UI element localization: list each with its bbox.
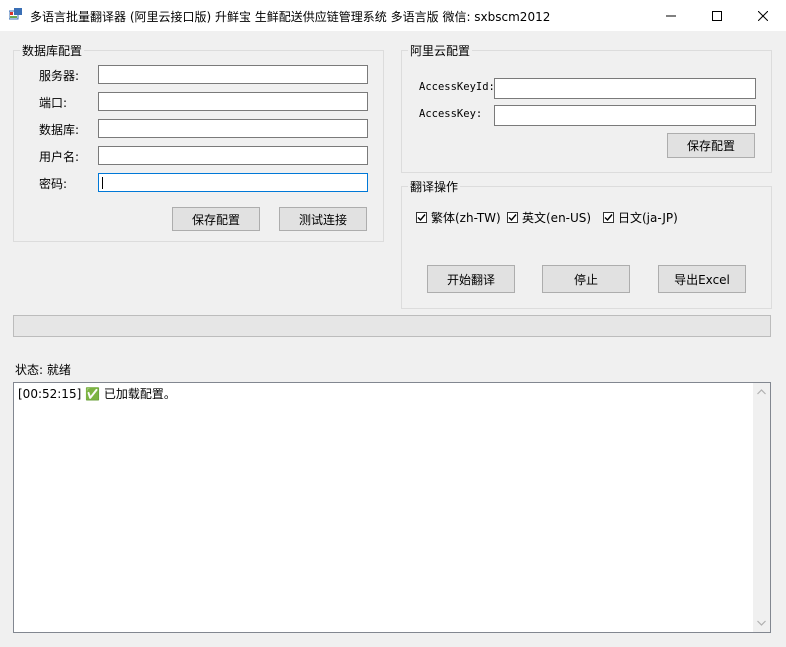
check-icon	[604, 214, 613, 222]
database-input[interactable]	[98, 119, 368, 138]
minimize-button[interactable]	[648, 0, 694, 31]
maximize-button[interactable]	[694, 0, 740, 31]
password-label: 密码:	[39, 177, 68, 191]
title-bar: 多语言批量翻译器 (阿里云接口版) 升鲜宝 生鲜配送供应链管理系统 多语言版 微…	[0, 0, 786, 31]
aliyun-save-button[interactable]: 保存配置	[667, 133, 755, 158]
stop-button[interactable]: 停止	[542, 265, 630, 293]
check-icon	[508, 214, 517, 222]
password-input[interactable]	[98, 173, 368, 192]
access-key-id-input[interactable]	[494, 78, 756, 99]
checkbox-ja-jp[interactable]: 日文(ja-JP)	[603, 209, 678, 226]
checkbox-box[interactable]	[416, 212, 427, 223]
start-translate-button[interactable]: 开始翻译	[427, 265, 515, 293]
app-icon	[8, 8, 23, 22]
access-key-input[interactable]	[494, 105, 756, 126]
checkbox-box[interactable]	[603, 212, 614, 223]
progress-bar	[13, 315, 771, 337]
log-textbox[interactable]: [00:52:15] ✅ 已加载配置。	[13, 382, 771, 633]
close-button[interactable]	[740, 0, 786, 31]
scroll-down-icon[interactable]	[753, 616, 770, 630]
access-key-id-label: AccessKeyId:	[419, 81, 495, 93]
checkbox-zh-tw-label: 繁体(zh-TW)	[431, 211, 501, 225]
port-label: 端口:	[39, 96, 68, 110]
server-input[interactable]	[98, 65, 368, 84]
database-config-title: 数据库配置	[20, 42, 85, 59]
aliyun-config-title: 阿里云配置	[408, 42, 473, 59]
window-title: 多语言批量翻译器 (阿里云接口版) 升鲜宝 生鲜配送供应链管理系统 多语言版 微…	[30, 10, 551, 24]
access-key-label: AccessKey:	[419, 108, 483, 120]
checkbox-en-us-label: 英文(en-US)	[522, 211, 592, 225]
scroll-up-icon[interactable]	[753, 385, 770, 399]
database-label: 数据库:	[39, 123, 80, 137]
translate-ops-title: 翻译操作	[408, 178, 461, 195]
close-icon	[758, 10, 768, 21]
checkbox-zh-tw[interactable]: 繁体(zh-TW)	[416, 209, 501, 226]
text-caret	[102, 177, 103, 189]
export-excel-button[interactable]: 导出Excel	[658, 265, 746, 293]
maximize-icon	[712, 10, 722, 21]
port-input[interactable]	[98, 92, 368, 111]
check-icon	[417, 214, 426, 222]
username-input[interactable]	[98, 146, 368, 165]
checkbox-en-us[interactable]: 英文(en-US)	[507, 209, 591, 226]
username-label: 用户名:	[39, 150, 80, 164]
log-line: [00:52:15] ✅ 已加载配置。	[18, 387, 176, 401]
checkbox-box[interactable]	[507, 212, 518, 223]
checkbox-ja-jp-label: 日文(ja-JP)	[618, 211, 678, 225]
minimize-icon	[666, 15, 676, 16]
test-connection-button[interactable]: 测试连接	[279, 207, 367, 231]
db-save-button[interactable]: 保存配置	[172, 207, 260, 231]
vertical-scrollbar[interactable]	[753, 383, 770, 632]
status-label: 状态: 就绪	[15, 363, 71, 377]
server-label: 服务器:	[39, 69, 80, 83]
